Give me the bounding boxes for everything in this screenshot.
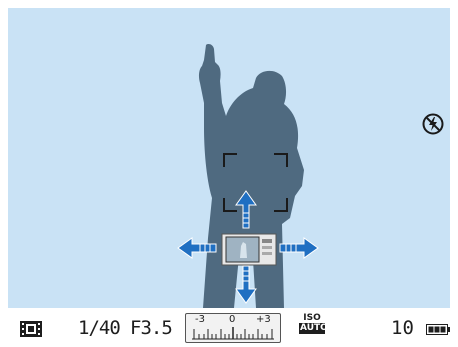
panorama-film-icon [20,321,42,337]
shutter-speed: 1/40 [78,317,121,339]
ev-tick-marks [192,327,274,340]
pan-down-arrow-icon[interactable] [235,265,257,304]
pan-right-arrow-icon[interactable] [279,237,319,259]
pan-guide [177,190,319,304]
iso-indicator: ISO AUTO [299,313,328,334]
iso-label: ISO [303,313,321,323]
pan-up-arrow-icon[interactable] [235,190,257,229]
shots-remaining: 10 [391,317,414,339]
iso-value: AUTO [299,323,328,334]
viewfinder [8,8,450,308]
aperture-value: F3.5 [130,317,173,339]
flash-off-icon [422,113,444,135]
pan-left-arrow-icon[interactable] [177,237,217,259]
exposure-compensation-scale: -3 0 +3 [185,313,281,343]
battery-full-icon [426,324,450,335]
camera-thumbnail-icon [221,233,277,266]
ev-minus-label: -3 [195,314,205,325]
status-bar: 1/40 F3.5 -3 0 +3 ISO AUTO 10 [8,308,450,347]
ev-plus-label: +3 [256,314,271,325]
camera-screen: 1/40 F3.5 -3 0 +3 ISO AUTO 10 [0,0,458,347]
ev-zero-label: 0 [229,314,236,325]
